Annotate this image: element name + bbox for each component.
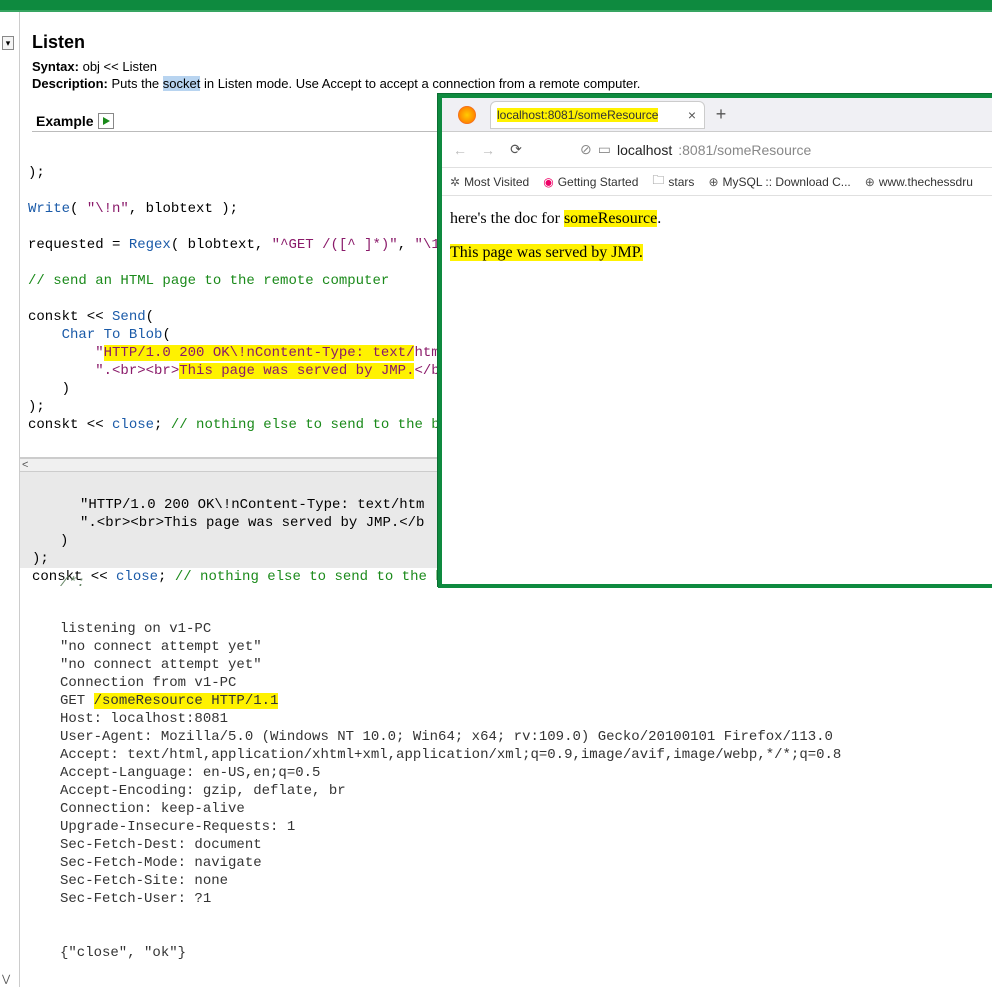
back-icon[interactable]: ← (452, 142, 468, 158)
url-path: :8081/someResource (678, 142, 811, 158)
description-text-after: in Listen mode. Use Accept to accept a c… (200, 76, 640, 91)
description-text-before: Puts the (111, 76, 162, 91)
syntax-value: obj << Listen (83, 59, 157, 74)
bookmarks-bar: ✲Most Visited ◉Getting Started 🗀stars ⊕M… (442, 168, 992, 196)
left-gutter: ▾ ⋁ (0, 12, 20, 987)
tab-strip: localhost:8081/someResource × + (442, 98, 992, 132)
content-line-1: here's the doc for someResource. (450, 210, 986, 228)
description-line: Description: Puts the socket in Listen m… (32, 76, 980, 91)
address-bar[interactable]: ⊘ ▭ localhost :8081/someResource (536, 141, 984, 158)
new-tab-button[interactable]: + (709, 103, 733, 127)
folder-icon: 🗀 (652, 171, 664, 192)
tab-close-icon[interactable]: × (686, 107, 698, 123)
gutter-dropdown-icon[interactable]: ▾ (2, 36, 14, 50)
bookmark-getting-started[interactable]: ◉Getting Started (543, 175, 638, 189)
description-label: Description: (32, 76, 108, 91)
url-host: localhost (617, 142, 672, 158)
content-line-2: This page was served by JMP. (450, 244, 986, 262)
description-highlight: socket (163, 76, 201, 91)
browser-page-content: here's the doc for someResource. This pa… (442, 196, 992, 584)
bookmark-mysql[interactable]: ⊕MySQL :: Download C... (708, 175, 850, 189)
tab-title: localhost:8081/someResource (497, 108, 658, 122)
browser-tab[interactable]: localhost:8081/someResource × (490, 101, 705, 129)
vertical-scroll-marker[interactable]: ⋁ (2, 974, 10, 985)
shield-icon: ⊘ (580, 141, 592, 158)
firefox-small-icon: ◉ (543, 175, 553, 189)
browser-window[interactable]: localhost:8081/someResource × + ← → ⟳ ⊘ … (438, 94, 992, 588)
output-log[interactable]: listening on v1-PC "no connect attempt y… (20, 596, 992, 987)
reload-icon[interactable]: ⟳ (508, 141, 524, 158)
page-info-icon: ▭ (598, 141, 611, 158)
run-script-icon[interactable] (98, 113, 114, 129)
example-label: Example (36, 113, 94, 129)
globe-icon: ⊕ (708, 175, 718, 189)
globe-icon: ⊕ (865, 175, 875, 189)
firefox-icon (458, 106, 476, 124)
gear-icon: ✲ (450, 175, 460, 189)
forward-icon[interactable]: → (480, 142, 496, 158)
bookmark-chess[interactable]: ⊕www.thechessdru (865, 175, 973, 189)
bookmark-stars[interactable]: 🗀stars (652, 171, 694, 192)
bookmark-most-visited[interactable]: ✲Most Visited (450, 175, 529, 189)
app-title-bar (0, 0, 992, 12)
syntax-label: Syntax: (32, 59, 79, 74)
page-title: Listen (32, 32, 980, 53)
syntax-line: Syntax: obj << Listen (32, 59, 980, 74)
nav-bar: ← → ⟳ ⊘ ▭ localhost :8081/someResource (442, 132, 992, 168)
